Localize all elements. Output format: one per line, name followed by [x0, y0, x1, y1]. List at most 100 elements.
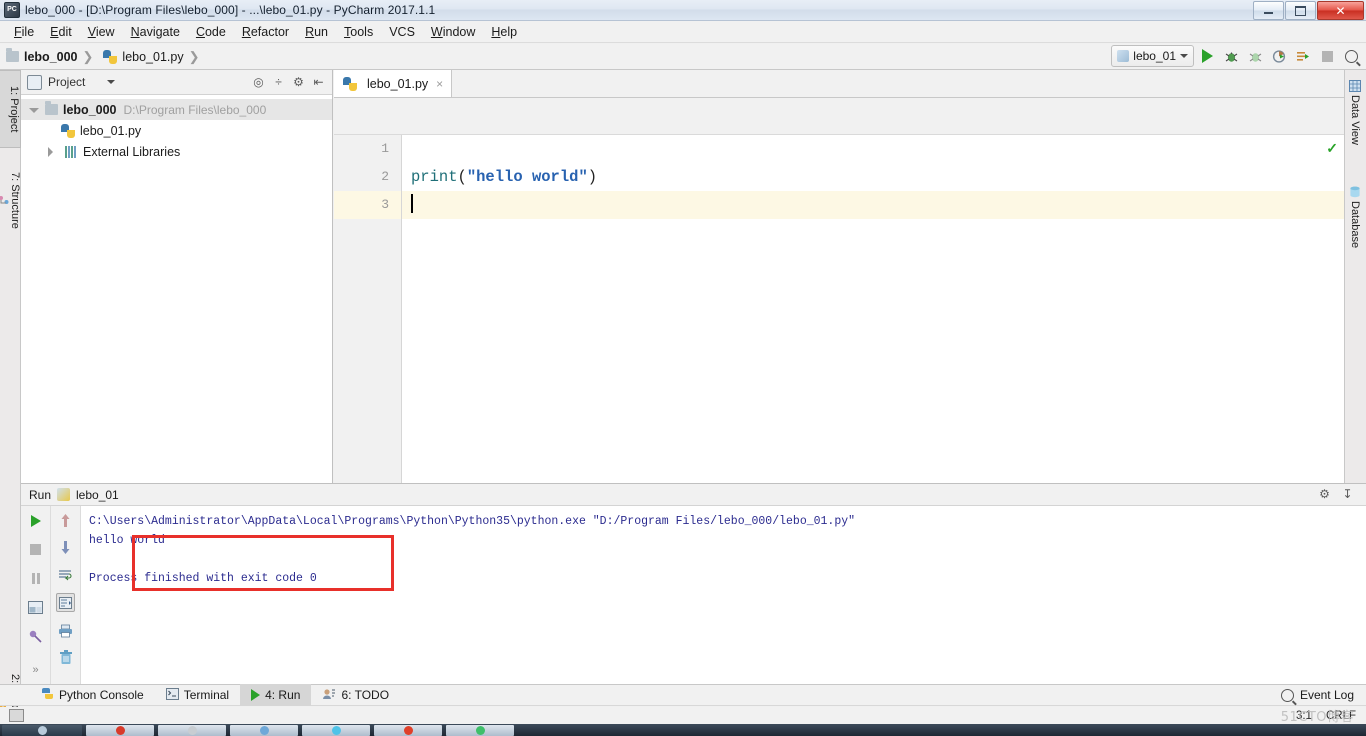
sidebar-item-structure[interactable]: 7: Structure — [0, 154, 21, 246]
todo-icon — [322, 688, 336, 703]
bottom-item-todo[interactable]: 6: TODO — [311, 684, 400, 706]
menu-help[interactable]: Help — [483, 22, 525, 42]
code-line-3[interactable] — [402, 191, 1344, 219]
taskbar-item[interactable] — [302, 724, 370, 736]
code-line-1[interactable] — [402, 135, 1344, 163]
chevron-right-icon[interactable] — [45, 146, 57, 158]
run-panel-actions: ⚙ ↧ — [1318, 488, 1366, 501]
tree-node-python-file[interactable]: lebo_01.py — [21, 120, 332, 141]
folder-icon — [6, 48, 19, 62]
token-function: print — [411, 168, 458, 186]
libraries-icon — [65, 145, 78, 158]
hide-icon[interactable]: ↧ — [1341, 488, 1354, 501]
grid-icon — [1349, 80, 1361, 92]
gear-icon[interactable]: ⚙ — [292, 75, 305, 89]
clear-all-button[interactable] — [57, 649, 74, 666]
close-icon[interactable]: × — [436, 77, 443, 91]
wrap-icon — [59, 569, 72, 580]
stop-icon — [1321, 50, 1333, 62]
stop-button[interactable] — [27, 541, 44, 558]
breadcrumb-label: lebo_000 — [24, 49, 78, 64]
menu-vcs[interactable]: VCS — [381, 22, 423, 42]
gear-icon[interactable]: ⚙ — [1318, 488, 1331, 501]
project-tree: lebo_000 D:\Program Files\lebo_000 lebo_… — [21, 95, 332, 162]
restore-layout-button[interactable] — [27, 599, 44, 616]
code-area[interactable]: 1 2 3 print("hello world") ✓ — [334, 135, 1344, 483]
run-console-output[interactable]: C:\Users\Administrator\AppData\Local\Pro… — [81, 506, 1366, 684]
coverage-button[interactable] — [1244, 45, 1266, 67]
taskbar-item[interactable] — [230, 724, 298, 736]
minimize-button[interactable] — [1253, 1, 1284, 20]
pause-button[interactable] — [27, 570, 44, 587]
chevron-down-icon — [1180, 54, 1188, 58]
pin-tab-button[interactable] — [27, 628, 44, 645]
tree-node-label: External Libraries — [83, 144, 181, 159]
rerun-button[interactable] — [27, 512, 44, 529]
pause-icon — [31, 573, 40, 584]
code-line-2[interactable]: print("hello world") — [402, 163, 1344, 191]
layout-icon — [28, 601, 43, 614]
token-paren-close: ) — [587, 168, 598, 186]
scroll-up-button[interactable] — [57, 512, 74, 529]
print-button[interactable] — [57, 622, 74, 639]
status-bar: 3:1 CRLF — [0, 707, 1366, 724]
menu-window[interactable]: Window — [423, 22, 483, 42]
bottom-item-python-console[interactable]: Python Console — [30, 684, 155, 706]
close-button[interactable]: ✕ — [1317, 1, 1364, 20]
pycharm-window: PC lebo_000 - [D:\Program Files\lebo_000… — [0, 0, 1366, 736]
target-icon[interactable]: ◎ — [252, 75, 265, 89]
menu-navigate[interactable]: Navigate — [123, 22, 188, 42]
taskbar-start-button[interactable] — [2, 724, 82, 736]
menu-run[interactable]: Run — [297, 22, 336, 42]
menu-file[interactable]: FFileile — [6, 22, 42, 42]
line-number: 3 — [334, 191, 401, 219]
run-configuration-selector[interactable]: lebo_01 — [1111, 45, 1194, 67]
sidebar-item-project[interactable]: 1: Project — [0, 70, 21, 148]
menu-code[interactable]: Code — [188, 22, 234, 42]
breadcrumb-file[interactable]: lebo_01.py — [97, 44, 185, 70]
editor-tab-lebo01[interactable]: lebo_01.py × — [334, 70, 453, 97]
soft-wrap-button[interactable] — [57, 566, 74, 583]
run-button[interactable] — [1196, 45, 1218, 67]
tree-node-external-libraries[interactable]: External Libraries — [21, 141, 332, 162]
run-panel-title: Run — [29, 487, 52, 502]
maximize-button[interactable] — [1285, 1, 1316, 20]
project-panel-title: Project — [48, 75, 86, 89]
line-number-gutter: 1 2 3 — [334, 135, 402, 483]
breadcrumb-separator-icon: ❯ — [188, 48, 200, 64]
inspection-status-icon[interactable]: ✓ — [1326, 140, 1338, 157]
hide-icon[interactable]: ⇤ — [312, 75, 325, 89]
debug-button[interactable] — [1220, 45, 1242, 67]
sidebar-item-database[interactable]: Database — [1344, 182, 1366, 274]
taskbar-item[interactable] — [158, 724, 226, 736]
scroll-to-end-button[interactable] — [56, 593, 75, 612]
menu-tools[interactable]: Tools — [336, 22, 381, 42]
status-toggle-icon[interactable] — [9, 709, 24, 722]
text-caret — [411, 194, 413, 213]
profile-button[interactable] — [1268, 45, 1290, 67]
chevron-down-icon[interactable] — [107, 80, 116, 84]
taskbar-item[interactable] — [374, 724, 442, 736]
bottom-item-run[interactable]: 4: Run — [240, 684, 312, 706]
search-everywhere-button[interactable] — [1340, 45, 1362, 67]
menu-refactor[interactable]: Refactor — [234, 22, 297, 42]
taskbar-item[interactable] — [446, 724, 514, 736]
bottom-item-terminal[interactable]: Terminal — [155, 684, 240, 706]
stop-button[interactable] — [1316, 45, 1338, 67]
sidebar-item-data-view[interactable]: Data View — [1344, 76, 1366, 164]
chevron-down-icon[interactable] — [27, 104, 39, 116]
expand-button[interactable]: » — [27, 661, 44, 678]
scroll-down-button[interactable] — [57, 539, 74, 556]
collapse-all-icon[interactable]: ÷ — [272, 75, 285, 89]
play-icon — [251, 689, 261, 701]
attach-button[interactable] — [1292, 45, 1314, 67]
taskbar-item[interactable] — [86, 724, 154, 736]
console-command-line: C:\Users\Administrator\AppData\Local\Pro… — [89, 515, 856, 528]
code-lines[interactable]: print("hello world") ✓ — [402, 135, 1344, 483]
event-log-button[interactable]: Event Log — [1280, 688, 1366, 702]
tree-node-project-root[interactable]: lebo_000 D:\Program Files\lebo_000 — [21, 99, 332, 120]
breadcrumb-project[interactable]: lebo_000 — [0, 44, 80, 70]
menu-view[interactable]: View — [80, 22, 123, 42]
menu-edit[interactable]: Edit — [42, 22, 80, 42]
printer-icon — [59, 624, 72, 637]
